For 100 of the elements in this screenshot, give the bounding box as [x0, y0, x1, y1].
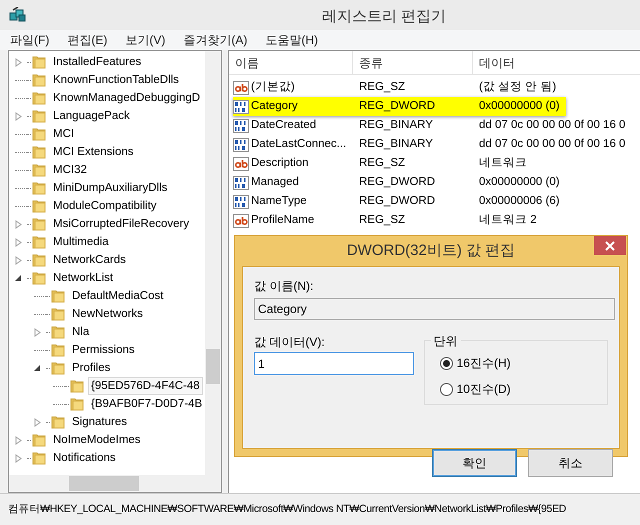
value-type: REG_BINARY — [358, 136, 434, 152]
value-name: DateLastConnec... — [251, 136, 346, 152]
tree-item[interactable]: NetworkList — [50, 269, 116, 287]
value-data: 0x00000000 (0) — [478, 174, 560, 190]
value-name-field[interactable]: Category — [254, 298, 615, 320]
value-row[interactable]: (기본값) REG_SZ (값 설정 안 됨) — [233, 78, 566, 97]
value-type: REG_DWORD — [358, 194, 436, 209]
folder-icon — [51, 343, 65, 357]
value-row[interactable]: DateLastConnec... REG_BINARY dd 07 0c 00 00 00 0f 00 16 0 — [233, 135, 626, 154]
value-data: 0x00000000 (0) — [478, 98, 560, 114]
tree-item[interactable]: NoImeModeImes — [50, 431, 144, 449]
value-name-label: 값 이름(N): — [254, 278, 314, 295]
value-row[interactable]: Category REG_DWORD 0x00000000 (0) — [233, 97, 566, 116]
tree-item[interactable]: MsiCorruptedFileRecovery — [50, 215, 192, 233]
radio-option[interactable]: 10진수(D) — [440, 380, 607, 398]
value-row[interactable]: Managed REG_DWORD 0x00000000 (0) — [233, 173, 566, 192]
ok-button[interactable]: 확인 — [432, 449, 517, 477]
radio-label: 10진수(D) — [456, 381, 511, 398]
tree-item[interactable]: InstalledFeatures — [50, 53, 144, 71]
scrollbar-thumb[interactable] — [69, 476, 139, 491]
folder-icon — [70, 397, 84, 411]
menu-item[interactable]: 즐겨찾기(A) — [181, 31, 250, 49]
tree-item[interactable]: DefaultMediaCost — [69, 287, 166, 305]
value-type: REG_DWORD — [358, 98, 436, 114]
folder-icon — [51, 361, 65, 375]
menu-item[interactable]: 보기(V) — [123, 31, 168, 49]
value-data: (값 설정 안 됨) — [478, 80, 556, 95]
tree-item[interactable]: Permissions — [69, 341, 138, 359]
tree-item[interactable]: KnownManagedDebuggingD — [50, 89, 204, 107]
binary-value-icon — [233, 118, 249, 134]
close-button[interactable] — [594, 236, 626, 255]
string-value-icon — [233, 156, 249, 172]
value-type: REG_SZ — [358, 156, 406, 171]
scrollbar-thumb[interactable] — [206, 349, 220, 384]
tree-item[interactable]: ModuleCompatibility — [50, 197, 160, 215]
cancel-button[interactable]: 취소 — [528, 449, 613, 477]
folder-icon — [51, 415, 65, 429]
value-data: dd 07 0c 00 00 00 0f 00 16 0 — [478, 118, 626, 133]
binary-value-icon — [233, 174, 249, 190]
menu-item[interactable]: 파일(F) — [8, 31, 52, 49]
folder-icon — [32, 163, 46, 177]
tree-item[interactable]: MCI32 — [50, 161, 90, 179]
dialog-title: DWORD(32비트) 값 편집 — [346, 240, 516, 261]
horizontal-scrollbar[interactable] — [9, 475, 221, 492]
registry-cubes-icon — [9, 7, 27, 23]
value-type: REG_SZ — [358, 80, 406, 95]
value-row[interactable]: NameType REG_DWORD 0x00000006 (6) — [233, 192, 566, 211]
folder-icon — [32, 199, 46, 213]
tree-item[interactable]: MCI Extensions — [50, 143, 137, 161]
radio-button[interactable] — [440, 382, 453, 396]
value-name: NameType — [251, 194, 307, 209]
folder-icon — [51, 307, 65, 321]
tree-item[interactable]: MCI — [50, 125, 78, 143]
tree-item[interactable]: {B9AFB0F7-D0D7-4B — [88, 395, 206, 413]
binary-value-icon — [233, 194, 249, 210]
value-type: REG_BINARY — [358, 118, 434, 133]
tree-item[interactable]: LanguagePack — [50, 107, 133, 125]
menu-item[interactable]: 도움말(H) — [263, 31, 320, 49]
tree-item[interactable]: Nla — [69, 323, 92, 341]
value-data: dd 07 0c 00 00 00 0f 00 16 0 — [478, 136, 626, 152]
status-bar: 컴퓨터₩HKEY_LOCAL_MACHINE₩SOFTWARE₩Microsoft₩Windows NT₩CurrentVersion₩NetworkList₩Profiles₩{95ED — [0, 493, 640, 525]
value-data-field[interactable]: 1 — [254, 352, 414, 375]
column-header[interactable]: 데이터 — [473, 51, 640, 74]
folder-icon — [32, 271, 46, 285]
tree-item[interactable]: KnownFunctionTableDlls — [50, 71, 182, 89]
value-name: (기본값) — [251, 80, 295, 95]
tree-item[interactable]: Profiles — [69, 359, 114, 377]
folder-icon — [32, 451, 46, 465]
folder-icon — [32, 433, 46, 447]
string-value-icon — [233, 80, 249, 96]
column-header[interactable]: 종류 — [353, 51, 473, 74]
folder-icon — [32, 181, 46, 195]
folder-icon — [70, 379, 84, 393]
window-title: 레지스트리 편집기 — [322, 7, 446, 27]
radio-option[interactable]: 16진수(H) — [440, 354, 607, 372]
column-header[interactable]: 이름 — [229, 51, 353, 74]
binary-value-icon — [233, 136, 249, 152]
value-row[interactable]: DateCreated REG_BINARY dd 07 0c 00 00 00 0f 00 16 0 — [233, 116, 626, 135]
folder-icon — [32, 55, 46, 69]
folder-icon — [51, 325, 65, 339]
tree-item[interactable]: Notifications — [50, 449, 119, 467]
value-data-label: 값 데이터(V): — [254, 334, 326, 351]
value-data: 네트워크 — [478, 156, 527, 171]
radio-label: 16진수(H) — [456, 355, 511, 372]
value-row[interactable]: ProfileName REG_SZ 네트워크 2 — [233, 211, 566, 230]
tree-item[interactable]: {95ED576D-4F4C-48 — [88, 377, 203, 395]
radio-button[interactable] — [440, 356, 453, 370]
vertical-scrollbar[interactable] — [205, 51, 221, 476]
folder-icon — [32, 217, 46, 231]
tree-item[interactable]: NetworkCards — [50, 251, 129, 269]
tree-item[interactable]: MiniDumpAuxiliaryDlls — [50, 179, 170, 197]
value-name: Managed — [251, 174, 299, 190]
binary-value-icon — [233, 98, 249, 114]
tree-item[interactable]: NewNetworks — [69, 305, 146, 323]
menu-item[interactable]: 편집(E) — [65, 31, 110, 49]
tree-item[interactable]: Signatures — [69, 413, 130, 431]
value-type: REG_SZ — [358, 212, 406, 228]
tree-item[interactable]: Multimedia — [50, 233, 112, 251]
value-row[interactable]: Description REG_SZ 네트워크 — [233, 154, 566, 173]
folder-icon — [32, 127, 46, 141]
